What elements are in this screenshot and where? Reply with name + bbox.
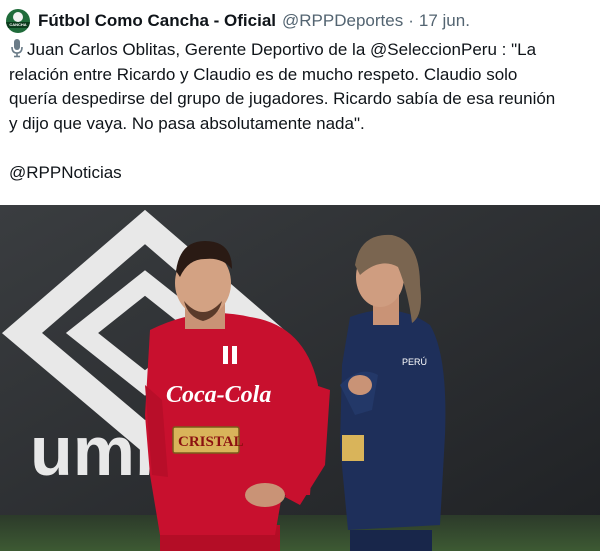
- mention-seleccionperu[interactable]: @SeleccionPeru: [370, 40, 497, 59]
- jersey-sponsor: CRISTAL: [178, 434, 244, 450]
- tweet-line-2: relación entre Ricardo y Claudio es de m…: [9, 64, 518, 84]
- tweet-line-3: quería despedirse del grupo de jugadores…: [9, 89, 556, 108]
- tweet-line-1-end: : "La: [496, 40, 537, 59]
- tweet-line-4: y dijo que vaya. No pasa absolutamente n…: [9, 113, 365, 133]
- mention-rppnoticias[interactable]: @RPPNoticias: [9, 161, 593, 186]
- coat-badge: PERÚ: [402, 357, 427, 367]
- tweet: CANCHA Fútbol Como Cancha - Oficial @RPP…: [0, 0, 600, 551]
- tweet-line-1: Juan Carlos Oblitas, Gerente Deportivo d…: [9, 38, 593, 63]
- tweet-text: Juan Carlos Oblitas, Gerente Deportivo d…: [9, 38, 593, 185]
- avatar[interactable]: CANCHA: [6, 9, 30, 33]
- author-name[interactable]: Fútbol Como Cancha - Oficial: [38, 11, 276, 31]
- tweet-date[interactable]: 17 jun.: [419, 11, 470, 31]
- tweet-header: CANCHA Fútbol Como Cancha - Oficial @RPP…: [6, 8, 470, 34]
- microphone-icon: [11, 39, 23, 58]
- grass: [0, 515, 600, 551]
- tweet-media[interactable]: umb Coca-Cola CRISTAL PERÚ: [0, 205, 600, 551]
- avatar-text: CANCHA: [9, 22, 27, 27]
- separator: ·: [408, 11, 414, 30]
- author-handle[interactable]: @RPPDeportes: [282, 11, 403, 31]
- jersey-brand: Coca-Cola: [166, 382, 271, 408]
- soccer-ball-icon: [13, 12, 23, 22]
- photo: umb Coca-Cola CRISTAL PERÚ: [0, 205, 600, 551]
- tweet-line-1-text: Juan Carlos Oblitas, Gerente Deportivo d…: [27, 40, 371, 59]
